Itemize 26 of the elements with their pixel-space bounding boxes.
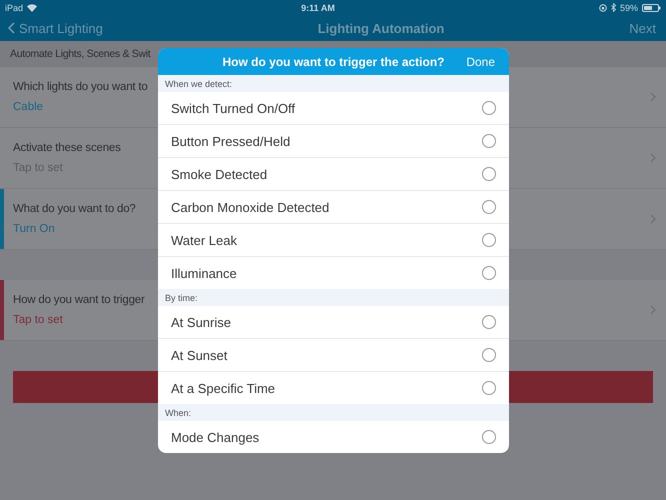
option-label: Mode Changes xyxy=(171,430,260,444)
row-value: Tap to set xyxy=(13,314,63,326)
group-heading: When: xyxy=(165,408,192,418)
option-label: At a Specific Time xyxy=(171,380,276,396)
clock-time: 9:11 AM xyxy=(301,2,335,12)
row-title: Which lights do you want to xyxy=(13,81,148,93)
option-label: Button Pressed/Held xyxy=(171,134,290,148)
row-title: How do you want to trigger xyxy=(13,294,145,306)
device-name: iPad xyxy=(5,2,24,12)
row-value: Cable xyxy=(13,101,44,113)
option-label: Illuminance xyxy=(171,266,237,280)
row-title: Activate these scenes xyxy=(13,142,121,154)
row-title: What do you want to do? xyxy=(13,203,136,215)
row-value: Turn On xyxy=(13,223,55,235)
option-label: Water Leak xyxy=(171,232,237,248)
battery-percent: 59% xyxy=(620,2,638,12)
dialog-title: How do you want to trigger the action? xyxy=(222,54,444,68)
group-heading: By time: xyxy=(165,292,198,302)
option-label: Smoke Detected xyxy=(171,166,268,182)
option-label: Carbon Monoxide Detected xyxy=(171,200,330,214)
option-label: Switch Turned On/Off xyxy=(171,100,296,116)
screen-title: Lighting Automation xyxy=(318,20,444,36)
option-label: At Sunrise xyxy=(171,314,231,330)
option-label: At Sunset xyxy=(171,348,228,362)
group-heading: When we detect: xyxy=(165,78,232,88)
section-subtitle: Automate Lights, Scenes & Swit xyxy=(10,48,150,60)
